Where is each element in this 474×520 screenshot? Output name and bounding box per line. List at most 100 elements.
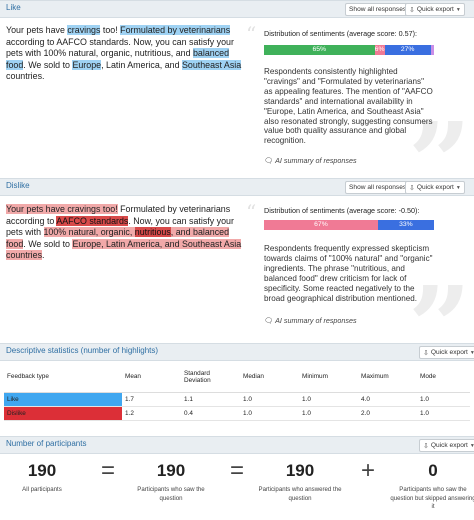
- highlight-dislike[interactable]: 100% natural, organic,: [43, 227, 135, 238]
- chevron-down-icon: ▼: [455, 184, 461, 191]
- highlight-dislike[interactable]: Your pets have cravings too!: [6, 204, 118, 214]
- cell-like-median: 1.0: [240, 392, 299, 407]
- header-feedback-type: Feedback type: [4, 362, 122, 393]
- like-show-all-button[interactable]: Show all responses: [345, 3, 411, 16]
- stats-section-title: Descriptive statistics (number of highli…: [6, 346, 159, 355]
- export-icon: ⇩: [409, 184, 415, 192]
- passage-text: . We sold to: [23, 238, 73, 249]
- like-highlighted-passage[interactable]: Your pets have cravings too! Formulated …: [6, 25, 246, 83]
- participants-quick-export-button[interactable]: ⇩ Quick export ▼: [419, 439, 474, 452]
- sentiment-segment: 27%: [384, 45, 431, 55]
- like-section-title: Like: [6, 3, 21, 12]
- equals-operator: =: [229, 457, 244, 484]
- header-maximum: Maximum: [358, 362, 417, 393]
- participants-count-saw: 190 Participants who saw the question: [126, 460, 216, 503]
- dislike-section-title: Dislike: [6, 181, 30, 190]
- like-section-header: Like Show all responses ⇩ Quick export ▼: [0, 0, 474, 18]
- table-row: Dislike 1.2 0.4 1.0 1.0 2.0 1.0: [4, 406, 470, 421]
- descriptive-statistics-table: Feedback type Mean Standard Deviation Me…: [4, 362, 470, 421]
- cell-dislike-mean: 1.2: [122, 406, 181, 421]
- highlight-like[interactable]: Europe: [72, 59, 102, 70]
- stats-section-header: Descriptive statistics (number of highli…: [0, 343, 474, 361]
- quote-icon: “: [246, 22, 257, 46]
- passage-text: countries.: [6, 71, 45, 82]
- dislike-quick-export-button[interactable]: ⇩ Quick export ▼: [405, 181, 465, 194]
- chevron-down-icon: ▼: [455, 6, 461, 13]
- dislike-ai-note: 🗨 AI summary of responses: [264, 316, 357, 325]
- like-quick-export-label: Quick export: [416, 6, 454, 13]
- like-ai-note-label: AI summary of responses: [275, 156, 357, 165]
- count-value: 190: [285, 461, 315, 480]
- participants-section-title: Number of participants: [6, 439, 87, 448]
- cell-like-mode: 1.0: [417, 392, 470, 407]
- count-caption: All participants: [22, 486, 62, 493]
- sentiment-segment: 6%: [374, 45, 385, 55]
- header-mode: Mode: [417, 362, 470, 393]
- table-header-row: Feedback type Mean Standard Deviation Me…: [4, 362, 470, 393]
- participants-section-header: Number of participants ⇩ Quick export ▼: [0, 436, 474, 454]
- participants-count-skipped: 0 Participants who saw the question but …: [388, 460, 474, 512]
- dislike-section-header: Dislike Show all responses ⇩ Quick expor…: [0, 178, 474, 196]
- chevron-down-icon: ▼: [469, 349, 474, 356]
- ai-summary-icon: 🗨: [264, 316, 274, 325]
- chevron-down-icon: ▼: [469, 442, 474, 449]
- like-ai-summary-text: Respondents consistently highlighted "cr…: [264, 67, 433, 146]
- dislike-show-all-button[interactable]: Show all responses: [345, 181, 411, 194]
- passage-text: too!: [100, 25, 121, 35]
- table-row: Like 1.7 1.1 1.0 1.0 4.0 1.0: [4, 392, 470, 407]
- plus-operator: +: [360, 457, 375, 484]
- dislike-highlighted-passage[interactable]: Your pets have cravings too! Formulated …: [6, 204, 246, 262]
- count-value: 190: [156, 461, 186, 480]
- dislike-quick-export-label: Quick export: [416, 184, 454, 191]
- highlight-dislike-strong[interactable]: AAFCO standards: [56, 215, 129, 226]
- highlight-like[interactable]: Formulated by veterinarians: [120, 25, 231, 35]
- cell-like-std: 1.1: [181, 392, 240, 407]
- passage-text: .: [42, 250, 45, 261]
- cell-dislike-std: 0.4: [181, 406, 240, 421]
- like-quick-export-button[interactable]: ⇩ Quick export ▼: [405, 3, 465, 16]
- sentiment-segment: [430, 45, 434, 55]
- count-caption: Participants who answered the question: [258, 486, 342, 502]
- highlight-dislike-strong[interactable]: nutritious: [134, 227, 171, 238]
- count-value: 0: [428, 461, 438, 480]
- row-label-dislike: Dislike: [4, 406, 122, 421]
- header-minimum: Minimum: [299, 362, 358, 393]
- equals-operator: =: [100, 457, 115, 484]
- like-sentiment-bar: 65% 6% 27%: [264, 45, 434, 55]
- dislike-sentiment-bar: 67% 33%: [264, 220, 434, 230]
- header-median: Median: [240, 362, 299, 393]
- participants-count-all: 190 All participants: [0, 460, 87, 495]
- highlight-like[interactable]: cravings: [67, 25, 101, 35]
- cell-like-max: 4.0: [358, 392, 417, 407]
- count-caption: Participants who saw the question but sk…: [390, 486, 474, 510]
- stats-quick-export-label: Quick export: [430, 349, 468, 356]
- cell-like-min: 1.0: [299, 392, 358, 407]
- dislike-distribution-title: Distribution of sentiments (average scor…: [264, 206, 420, 215]
- participants-quick-export-label: Quick export: [430, 442, 468, 449]
- participants-count-answered: 190 Participants who answered the questi…: [255, 460, 345, 503]
- export-icon: ⇩: [409, 6, 415, 14]
- cell-dislike-max: 2.0: [358, 406, 417, 421]
- export-icon: ⇩: [423, 442, 429, 450]
- passage-text: Your pets have: [6, 25, 68, 35]
- like-ai-note: 🗨 AI summary of responses: [264, 156, 357, 165]
- sentiment-segment: 33%: [377, 220, 434, 230]
- export-icon: ⇩: [423, 349, 429, 357]
- like-show-all-label: Show all responses: [349, 6, 407, 13]
- highlight-like[interactable]: Southeast Asia: [181, 59, 242, 70]
- ai-summary-icon: 🗨: [264, 156, 274, 165]
- cell-dislike-min: 1.0: [299, 406, 358, 421]
- sentiment-segment: 65%: [264, 45, 375, 55]
- count-value: 190: [27, 461, 57, 480]
- dislike-ai-summary-text: Respondents frequently expressed skeptic…: [264, 244, 433, 303]
- stats-quick-export-button[interactable]: ⇩ Quick export ▼: [419, 346, 474, 359]
- dislike-show-all-label: Show all responses: [349, 184, 407, 191]
- cell-dislike-mode: 1.0: [417, 406, 470, 421]
- row-label-like: Like: [4, 392, 122, 407]
- count-caption: Participants who saw the question: [137, 486, 205, 502]
- cell-dislike-median: 1.0: [240, 406, 299, 421]
- like-distribution-title: Distribution of sentiments (average scor…: [264, 29, 418, 38]
- cell-like-mean: 1.7: [122, 392, 181, 407]
- passage-text: . We sold to: [23, 59, 73, 70]
- dislike-ai-note-label: AI summary of responses: [275, 316, 357, 325]
